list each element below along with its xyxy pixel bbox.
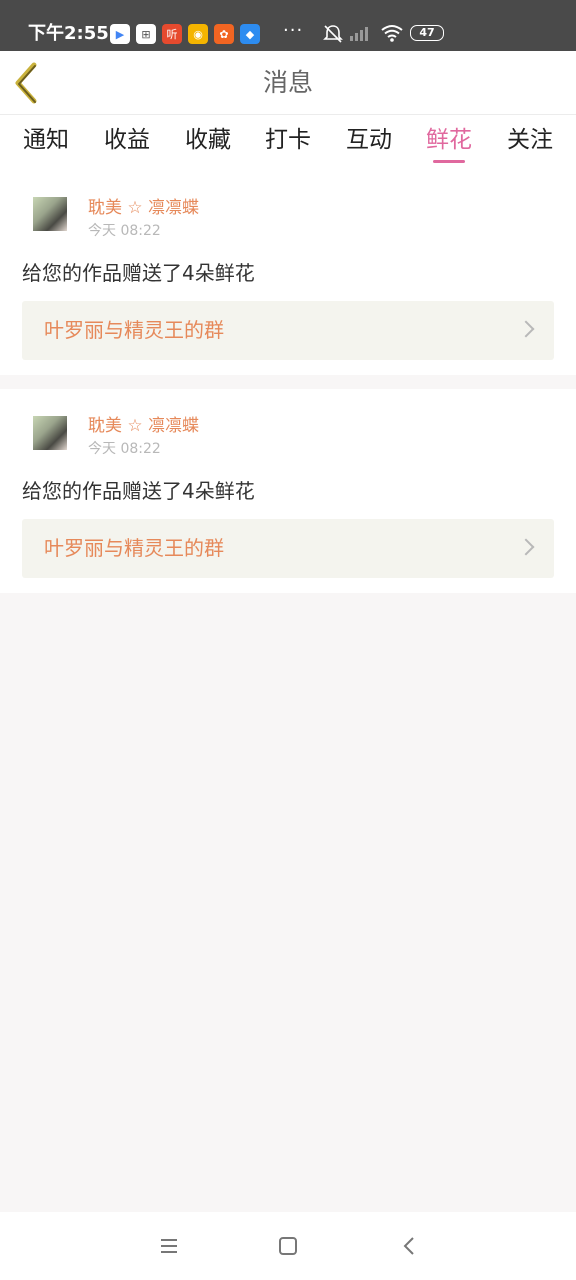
- message-text: 给您的作品赠送了4朵鲜花: [22, 261, 255, 285]
- tab-checkin[interactable]: 打卡: [265, 125, 311, 155]
- header: 消息: [0, 51, 576, 115]
- back-nav-icon[interactable]: [397, 1234, 421, 1258]
- message-app-icon: ◆: [240, 24, 260, 44]
- play-store-icon: ▶: [110, 24, 130, 44]
- status-time: 下午2:55: [28, 23, 109, 44]
- tab-bar: 通知 收益 收藏 打卡 互动 鲜花 关注: [0, 115, 576, 167]
- tab-favorites[interactable]: 收藏: [185, 125, 231, 155]
- menu-icon[interactable]: [157, 1234, 181, 1258]
- tab-earnings[interactable]: 收益: [104, 125, 150, 155]
- group-link[interactable]: 叶罗丽与精灵王的群: [22, 519, 554, 578]
- weibo-icon: ◉: [188, 24, 208, 44]
- home-icon[interactable]: [276, 1234, 300, 1258]
- avatar[interactable]: [33, 197, 67, 231]
- message-card: 耽美 ☆ 凛凛蝶 今天 08:22 给您的作品赠送了4朵鲜花 叶罗丽与精灵王的群: [0, 389, 576, 593]
- bell-muted-icon: [323, 25, 343, 43]
- kuaishou-icon: ✿: [214, 24, 234, 44]
- message-time: 今天 08:22: [88, 441, 161, 457]
- message-time: 今天 08:22: [88, 223, 161, 239]
- battery-icon: 47: [410, 25, 444, 41]
- more-notifications-icon: ···: [283, 20, 304, 41]
- group-name: 叶罗丽与精灵王的群: [44, 536, 224, 560]
- group-link[interactable]: 叶罗丽与精灵王的群: [22, 301, 554, 360]
- tab-notifications[interactable]: 通知: [23, 125, 69, 155]
- system-nav-bar: [0, 1212, 576, 1280]
- avatar[interactable]: [33, 416, 67, 450]
- message-card: 耽美 ☆ 凛凛蝶 今天 08:22 给您的作品赠送了4朵鲜花 叶罗丽与精灵王的群: [0, 167, 576, 375]
- page-title: 消息: [262, 68, 313, 97]
- tab-follow[interactable]: 关注: [507, 125, 553, 155]
- active-tab-indicator: [433, 160, 465, 163]
- group-name: 叶罗丽与精灵王的群: [44, 318, 224, 342]
- sender-name[interactable]: 耽美 ☆ 凛凛蝶: [88, 415, 199, 437]
- mall-icon: ⊞: [136, 24, 156, 44]
- message-text: 给您的作品赠送了4朵鲜花: [22, 479, 255, 503]
- sender-name[interactable]: 耽美 ☆ 凛凛蝶: [88, 197, 199, 219]
- listen-app-icon: 听: [162, 24, 182, 44]
- tab-flowers[interactable]: 鲜花: [426, 125, 472, 155]
- chevron-right-icon: [517, 320, 535, 338]
- status-bar: 下午2:55 ▶ ⊞ 听 ◉ ✿ ◆ ··· 47: [0, 0, 576, 51]
- wifi-icon: [381, 25, 403, 42]
- tab-interactions[interactable]: 互动: [346, 125, 392, 155]
- notification-icons: ▶ ⊞ 听 ◉ ✿ ◆: [110, 24, 260, 44]
- chevron-right-icon: [517, 538, 535, 556]
- signal-icon: [350, 27, 368, 41]
